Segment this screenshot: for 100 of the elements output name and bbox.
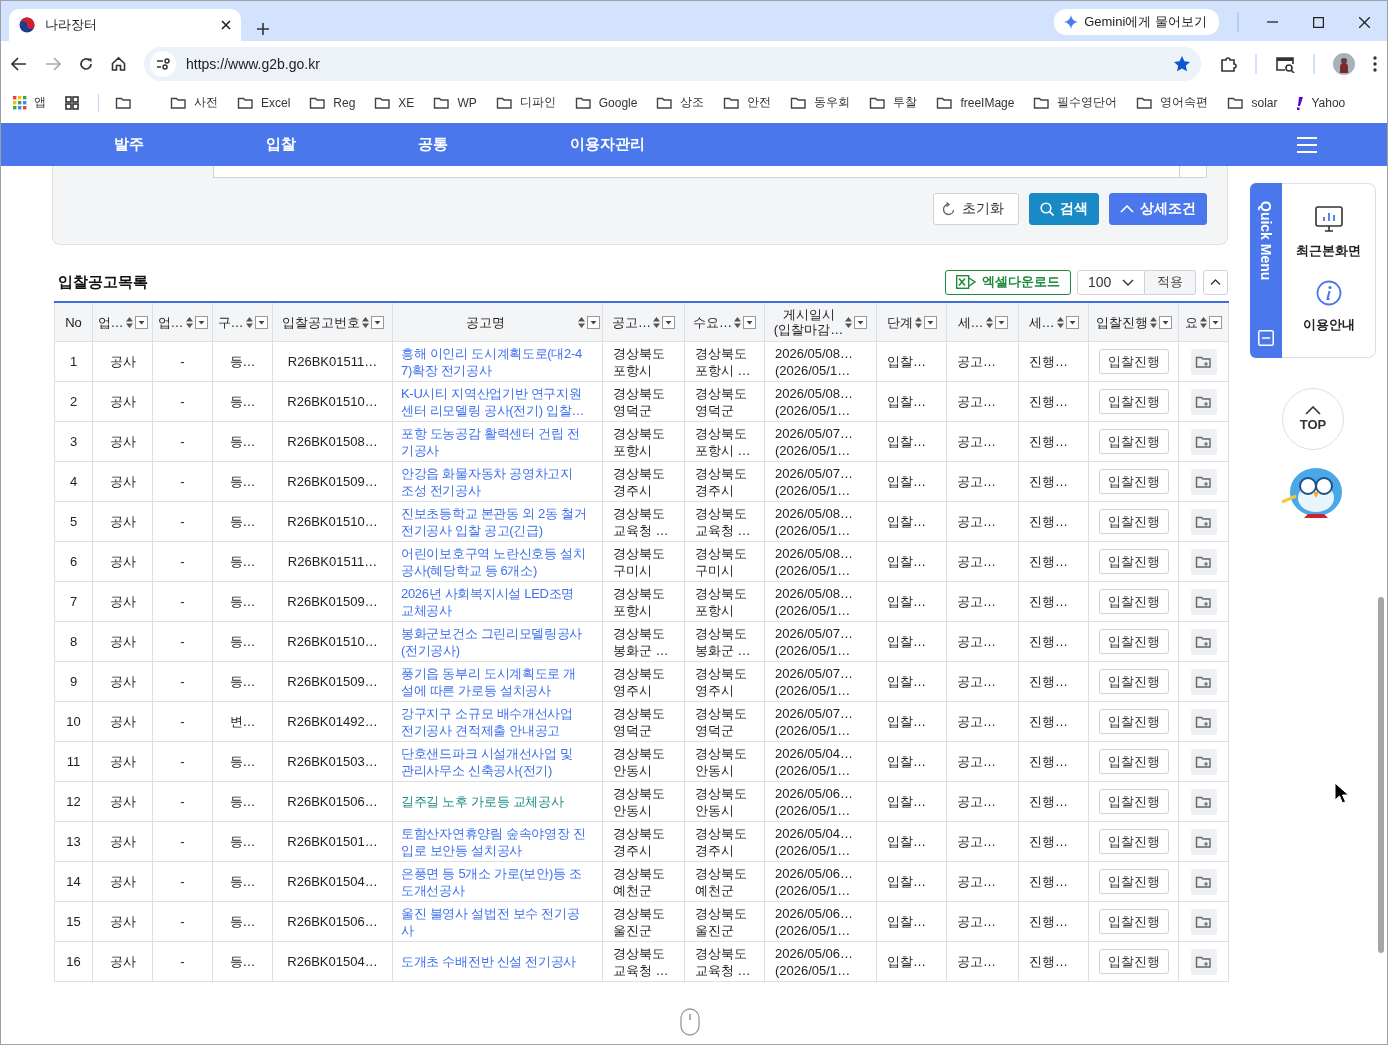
folder-button[interactable] <box>1190 428 1217 455</box>
close-icon[interactable] <box>1358 16 1370 28</box>
nav-menu-item[interactable]: 공통 <box>418 135 570 154</box>
folder-button[interactable] <box>1190 708 1217 735</box>
sort-icon[interactable] <box>1200 316 1207 328</box>
bookmark-item[interactable]: Google <box>574 95 638 110</box>
filter-dropdown-icon[interactable] <box>134 315 148 329</box>
bookmark-item[interactable]: 디파인 <box>495 94 556 111</box>
new-tab-icon[interactable] <box>257 23 269 35</box>
profile-avatar-icon[interactable] <box>1333 52 1355 75</box>
folder-button[interactable] <box>1190 348 1217 375</box>
filter-dropdown-icon[interactable] <box>194 315 208 329</box>
browser-tab[interactable]: 나라장터 <box>9 9 241 41</box>
filter-dropdown-icon[interactable] <box>254 315 268 329</box>
column-header[interactable]: 단계 <box>876 302 947 342</box>
filter-dropdown-icon[interactable] <box>1158 315 1172 329</box>
filter-dropdown-icon[interactable] <box>662 315 675 329</box>
bid-progress-button[interactable]: 입찰진행 <box>1098 389 1169 414</box>
extensions-icon[interactable] <box>1219 54 1237 73</box>
bookmark-item[interactable]: 사전 <box>170 94 218 111</box>
detail-button[interactable]: 상세조건 <box>1109 193 1207 225</box>
bid-progress-button[interactable]: 입찰진행 <box>1098 469 1169 494</box>
sort-icon[interactable] <box>653 316 660 328</box>
folder-button[interactable] <box>1190 668 1217 695</box>
folder-button[interactable] <box>1190 868 1217 895</box>
site-settings-icon[interactable] <box>150 50 176 77</box>
back-icon[interactable] <box>11 56 27 71</box>
folder-button[interactable] <box>1190 908 1217 935</box>
maximize-icon[interactable] <box>1312 16 1324 28</box>
quick-menu-item[interactable]: 최근본화면 <box>1296 206 1361 260</box>
reset-button[interactable]: 초기화 <box>933 193 1019 225</box>
bookmark-item[interactable]: 영어속편 <box>1136 94 1209 111</box>
apply-button[interactable]: 적용 <box>1145 269 1196 295</box>
nav-menu-item[interactable]: 이용자관리 <box>570 135 722 154</box>
bookmark-item[interactable]: 안전 <box>723 94 772 111</box>
address-bar[interactable]: https://www.g2b.go.kr <box>144 46 1201 81</box>
column-header[interactable]: 업… <box>92 302 153 342</box>
column-header[interactable]: 업… <box>152 302 213 342</box>
bid-progress-button[interactable]: 입찰진행 <box>1098 429 1169 454</box>
bookmark-item[interactable]: freeIMage <box>936 95 1015 110</box>
bookmark-item[interactable]: 상조 <box>656 94 705 111</box>
folder-button[interactable] <box>1190 828 1217 855</box>
bid-progress-button[interactable]: 입찰진행 <box>1098 509 1169 534</box>
bookmark-item[interactable] <box>65 95 79 110</box>
bid-progress-button[interactable]: 입찰진행 <box>1098 349 1169 374</box>
column-header[interactable]: 세… <box>1018 302 1089 342</box>
filter-dropdown-icon[interactable] <box>587 315 600 329</box>
scrollbar-thumb[interactable] <box>1378 597 1384 953</box>
select-field[interactable] <box>213 166 1207 178</box>
column-header[interactable]: 세… <box>946 302 1019 342</box>
column-header[interactable]: 요 <box>1178 302 1229 342</box>
column-header[interactable]: 입찰진행 <box>1088 302 1179 342</box>
bookmark-item[interactable]: 필수영단어 <box>1033 94 1118 111</box>
column-header[interactable]: 공고명 <box>392 302 603 342</box>
folder-button[interactable] <box>1190 948 1217 975</box>
bid-progress-button[interactable]: 입찰진행 <box>1098 749 1169 774</box>
folder-button[interactable] <box>1190 748 1217 775</box>
folder-button[interactable] <box>1190 788 1217 815</box>
menu-icon[interactable] <box>1297 136 1317 153</box>
sort-icon[interactable] <box>578 316 585 328</box>
bookmark-item[interactable]: 투찰 <box>869 94 918 111</box>
bookmark-star-icon[interactable] <box>1173 54 1191 73</box>
folder-button[interactable] <box>1190 508 1217 535</box>
folder-button[interactable] <box>1190 548 1217 575</box>
collapse-button[interactable] <box>1203 269 1228 295</box>
column-header[interactable]: No <box>54 302 93 342</box>
filter-dropdown-icon[interactable] <box>923 315 937 329</box>
filter-dropdown-icon[interactable] <box>370 315 384 329</box>
gemini-button[interactable]: Gemini에게 물어보기 <box>1054 9 1219 35</box>
bid-progress-button[interactable]: 입찰진행 <box>1098 549 1169 574</box>
bid-progress-button[interactable]: 입찰진행 <box>1098 909 1169 934</box>
bookmark-item[interactable]: WP <box>433 95 477 110</box>
excel-download-button[interactable]: 엑셀다운로드 <box>945 269 1071 295</box>
column-header[interactable]: 게시일시 (입찰마감… <box>764 302 877 342</box>
filter-dropdown-icon[interactable] <box>994 315 1008 329</box>
folder-button[interactable] <box>1190 388 1217 415</box>
bid-progress-button[interactable]: 입찰진행 <box>1098 629 1169 654</box>
filter-dropdown-icon[interactable] <box>743 315 756 329</box>
more-menu-icon[interactable] <box>1373 55 1377 72</box>
folder-button[interactable] <box>1190 588 1217 615</box>
bookmark-item[interactable]: Reg <box>309 95 356 110</box>
filter-dropdown-icon[interactable] <box>1209 315 1222 329</box>
bid-progress-button[interactable]: 입찰진행 <box>1098 589 1169 614</box>
bid-progress-button[interactable]: 입찰진행 <box>1098 869 1169 894</box>
bookmark-item[interactable]: Excel <box>237 95 291 110</box>
bid-progress-button[interactable]: 입찰진행 <box>1098 789 1169 814</box>
bid-progress-button[interactable]: 입찰진행 <box>1098 829 1169 854</box>
column-header[interactable]: 수요… <box>684 302 765 342</box>
nav-menu-item[interactable]: 입찰 <box>266 135 418 154</box>
sort-icon[interactable] <box>734 316 741 328</box>
column-header[interactable]: 공고… <box>602 302 685 342</box>
filter-dropdown-icon[interactable] <box>854 315 868 329</box>
back-to-top-button[interactable]: TOP <box>1282 388 1344 450</box>
screen-search-icon[interactable] <box>1275 54 1295 73</box>
search-button[interactable]: 검색 <box>1029 193 1099 225</box>
column-header[interactable]: 입찰공고번호 <box>272 302 393 342</box>
folder-button[interactable] <box>1190 628 1217 655</box>
column-header[interactable]: 구… <box>212 302 273 342</box>
home-icon[interactable] <box>111 56 126 71</box>
bookmark-item[interactable] <box>115 95 132 110</box>
